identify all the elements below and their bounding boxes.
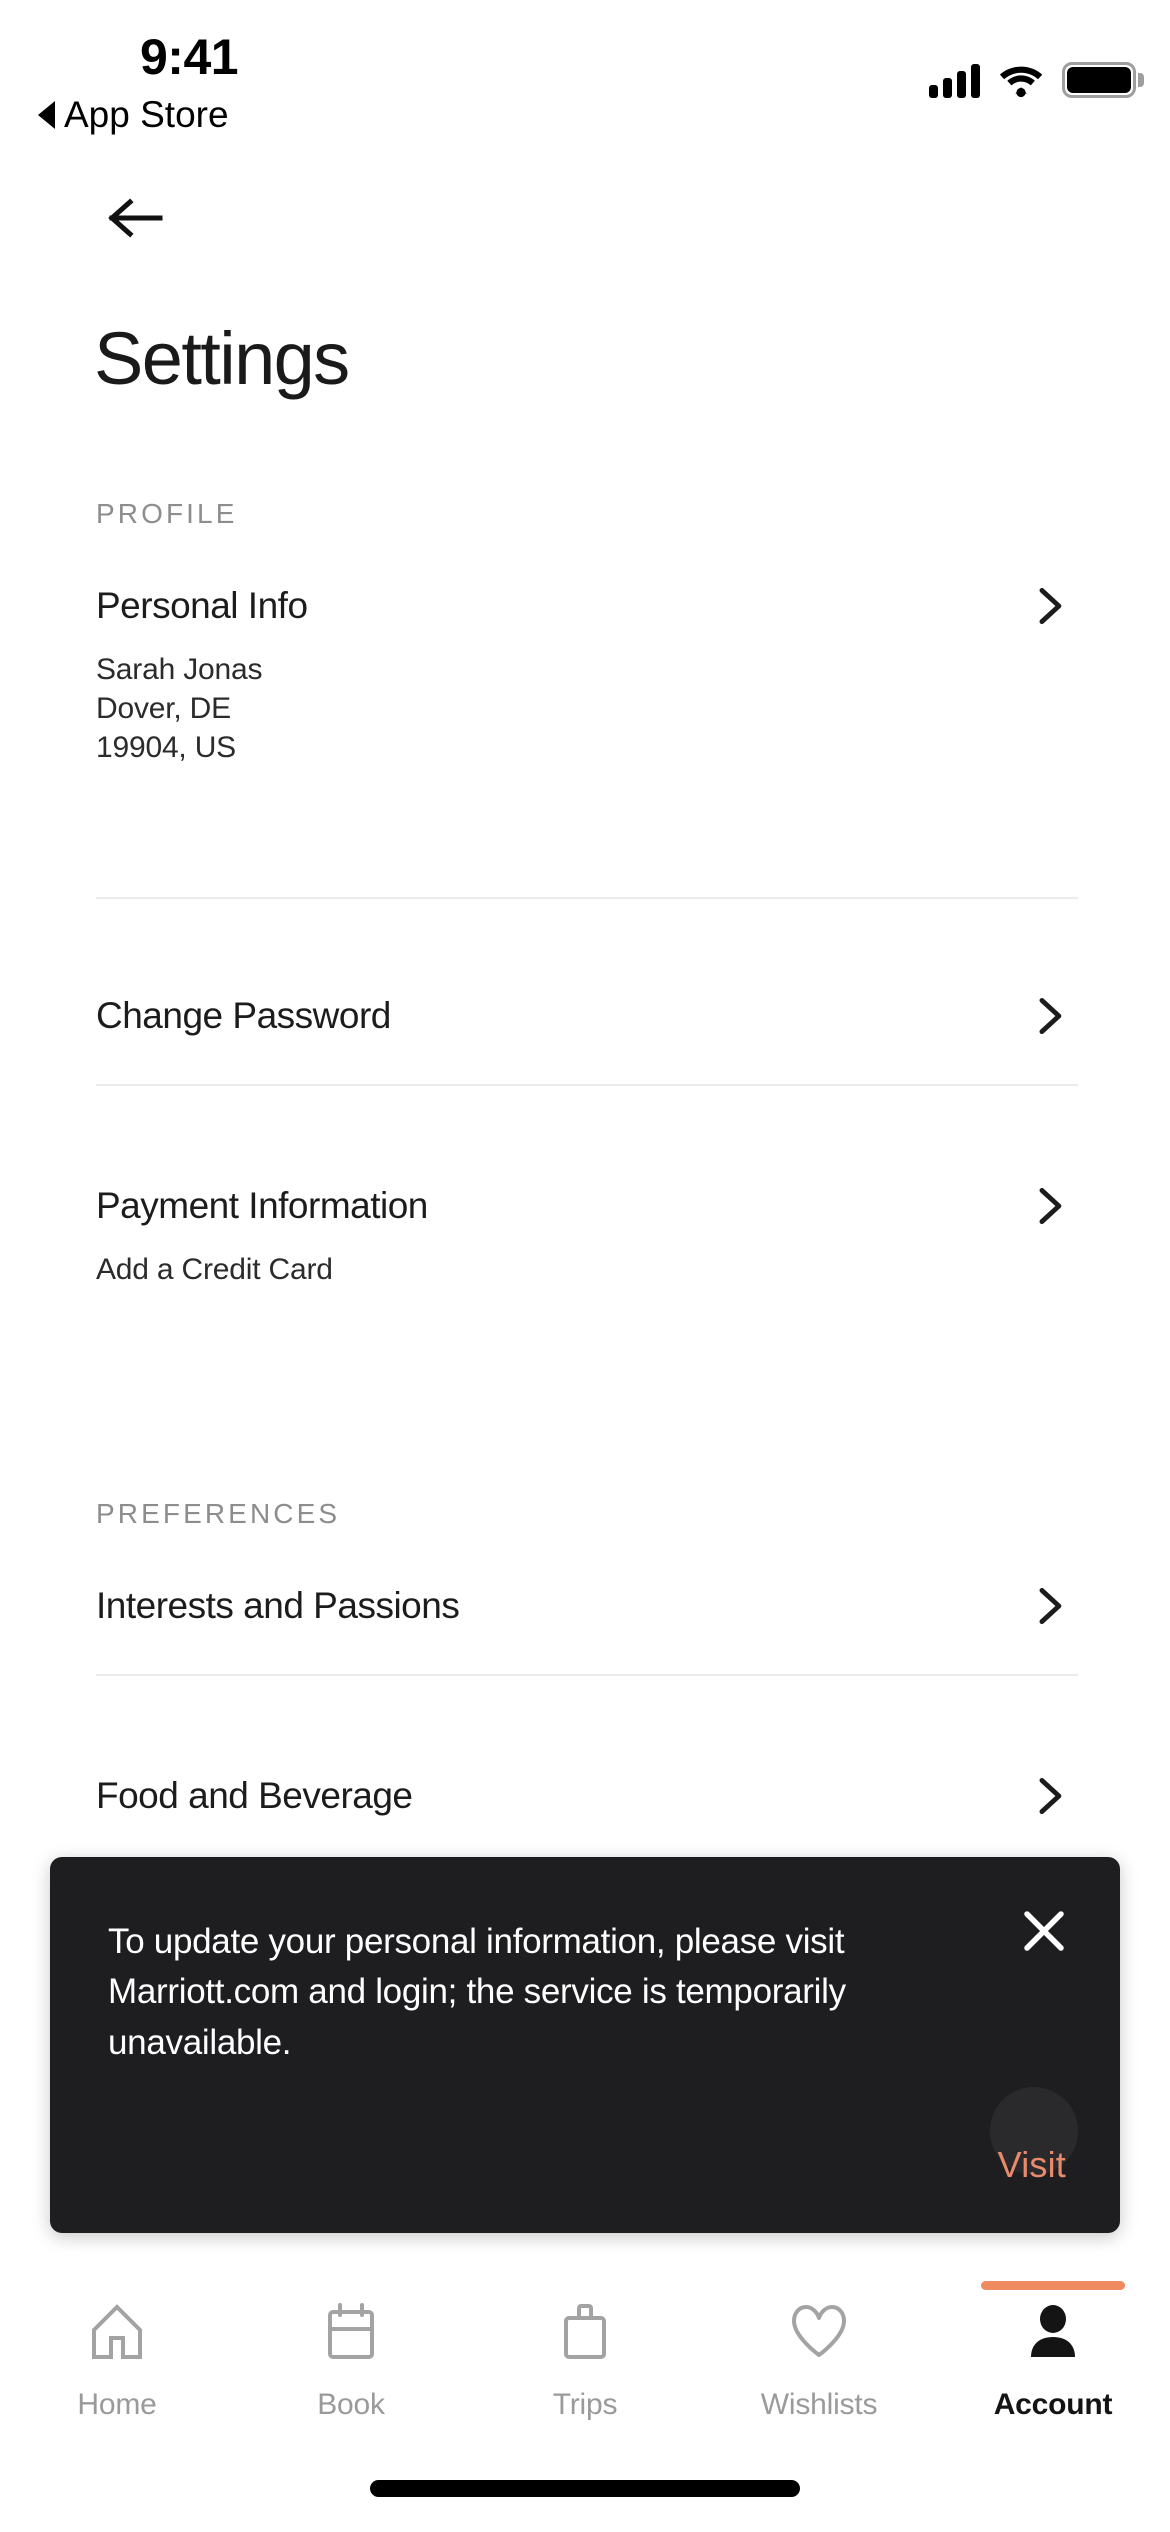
triangle-left-icon — [38, 101, 55, 129]
app-screen: 9:41 App Store Settings PROFILE Personal… — [0, 0, 1170, 2532]
toast-visit-button[interactable]: Visit — [974, 2117, 1090, 2213]
settings-row-title: Change Password — [96, 995, 391, 1036]
settings-row-title: Interests and Passions — [96, 1585, 460, 1626]
arrow-left-icon — [108, 198, 163, 238]
subline: Dover, DE — [96, 692, 231, 725]
tab-trips[interactable]: Trips — [468, 2252, 702, 2492]
subline: Sarah Jonas — [96, 653, 263, 686]
list-divider — [96, 1084, 1078, 1086]
settings-row-subtext: Add a Credit Card — [96, 1250, 1078, 1289]
page-title: Settings — [94, 317, 350, 400]
chevron-right-icon — [1039, 588, 1062, 624]
toast-close-button[interactable] — [1008, 1895, 1080, 1967]
heart-icon — [790, 2298, 848, 2366]
status-bar: 9:41 App Store — [0, 0, 1170, 150]
tab-label: Trips — [552, 2388, 618, 2421]
person-icon — [1026, 2298, 1080, 2366]
tab-label: Wishlists — [760, 2388, 878, 2421]
status-bar-time: 9:41 — [140, 29, 239, 85]
tab-home[interactable]: Home — [0, 2252, 234, 2492]
settings-row-subtext: Sarah Jonas Dover, DE 19904, US — [96, 650, 1078, 767]
status-bar-back-label: App Store — [64, 94, 229, 135]
chevron-right-icon — [1039, 1588, 1062, 1624]
tab-account[interactable]: Account — [936, 2252, 1170, 2492]
battery-full-icon — [1062, 62, 1144, 98]
back-button[interactable] — [96, 178, 176, 258]
tab-label: Book — [317, 2388, 385, 2421]
settings-row-interests-and-passions[interactable]: Interests and Passions — [96, 1578, 1078, 1634]
subline: 19904, US — [96, 731, 236, 764]
settings-row-food-and-beverage[interactable]: Food and Beverage — [96, 1768, 1078, 1824]
settings-row-payment-information[interactable]: Payment Information Add a Credit Card — [96, 1178, 1078, 1289]
tab-label: Account — [993, 2388, 1113, 2421]
subline: Add a Credit Card — [96, 1253, 333, 1286]
section-label-profile: PROFILE — [96, 498, 238, 529]
home-icon — [89, 2298, 145, 2366]
toast-snackbar: To update your personal information, ple… — [50, 1857, 1120, 2233]
chevron-right-icon — [1039, 1778, 1062, 1814]
tab-wishlists[interactable]: Wishlists — [702, 2252, 936, 2492]
cellular-signal-icon — [929, 64, 980, 98]
toast-message: To update your personal information, ple… — [108, 1922, 846, 2062]
home-indicator — [370, 2480, 800, 2497]
active-tab-indicator — [981, 2281, 1125, 2290]
settings-row-title: Food and Beverage — [96, 1775, 413, 1816]
settings-row-change-password[interactable]: Change Password — [96, 988, 1078, 1044]
section-label-preferences: PREFERENCES — [96, 1498, 341, 1529]
status-bar-back-to-app[interactable]: App Store — [38, 94, 229, 136]
chevron-right-icon — [1039, 998, 1062, 1034]
briefcase-icon — [560, 2298, 610, 2366]
list-divider — [96, 897, 1078, 899]
wifi-icon — [999, 64, 1043, 98]
settings-row-title: Personal Info — [96, 585, 308, 626]
bottom-tab-bar: Home Book Trips Wishlists Account — [0, 2252, 1170, 2532]
close-icon — [1024, 1911, 1064, 1951]
settings-row-personal-info[interactable]: Personal Info Sarah Jonas Dover, DE 1990… — [96, 578, 1078, 767]
list-divider — [96, 1674, 1078, 1676]
chevron-right-icon — [1039, 1188, 1062, 1224]
tab-label: Home — [77, 2388, 157, 2421]
calendar-icon — [325, 2298, 377, 2366]
settings-row-title: Payment Information — [96, 1185, 428, 1226]
status-bar-indicators — [929, 50, 1144, 98]
tab-book[interactable]: Book — [234, 2252, 468, 2492]
